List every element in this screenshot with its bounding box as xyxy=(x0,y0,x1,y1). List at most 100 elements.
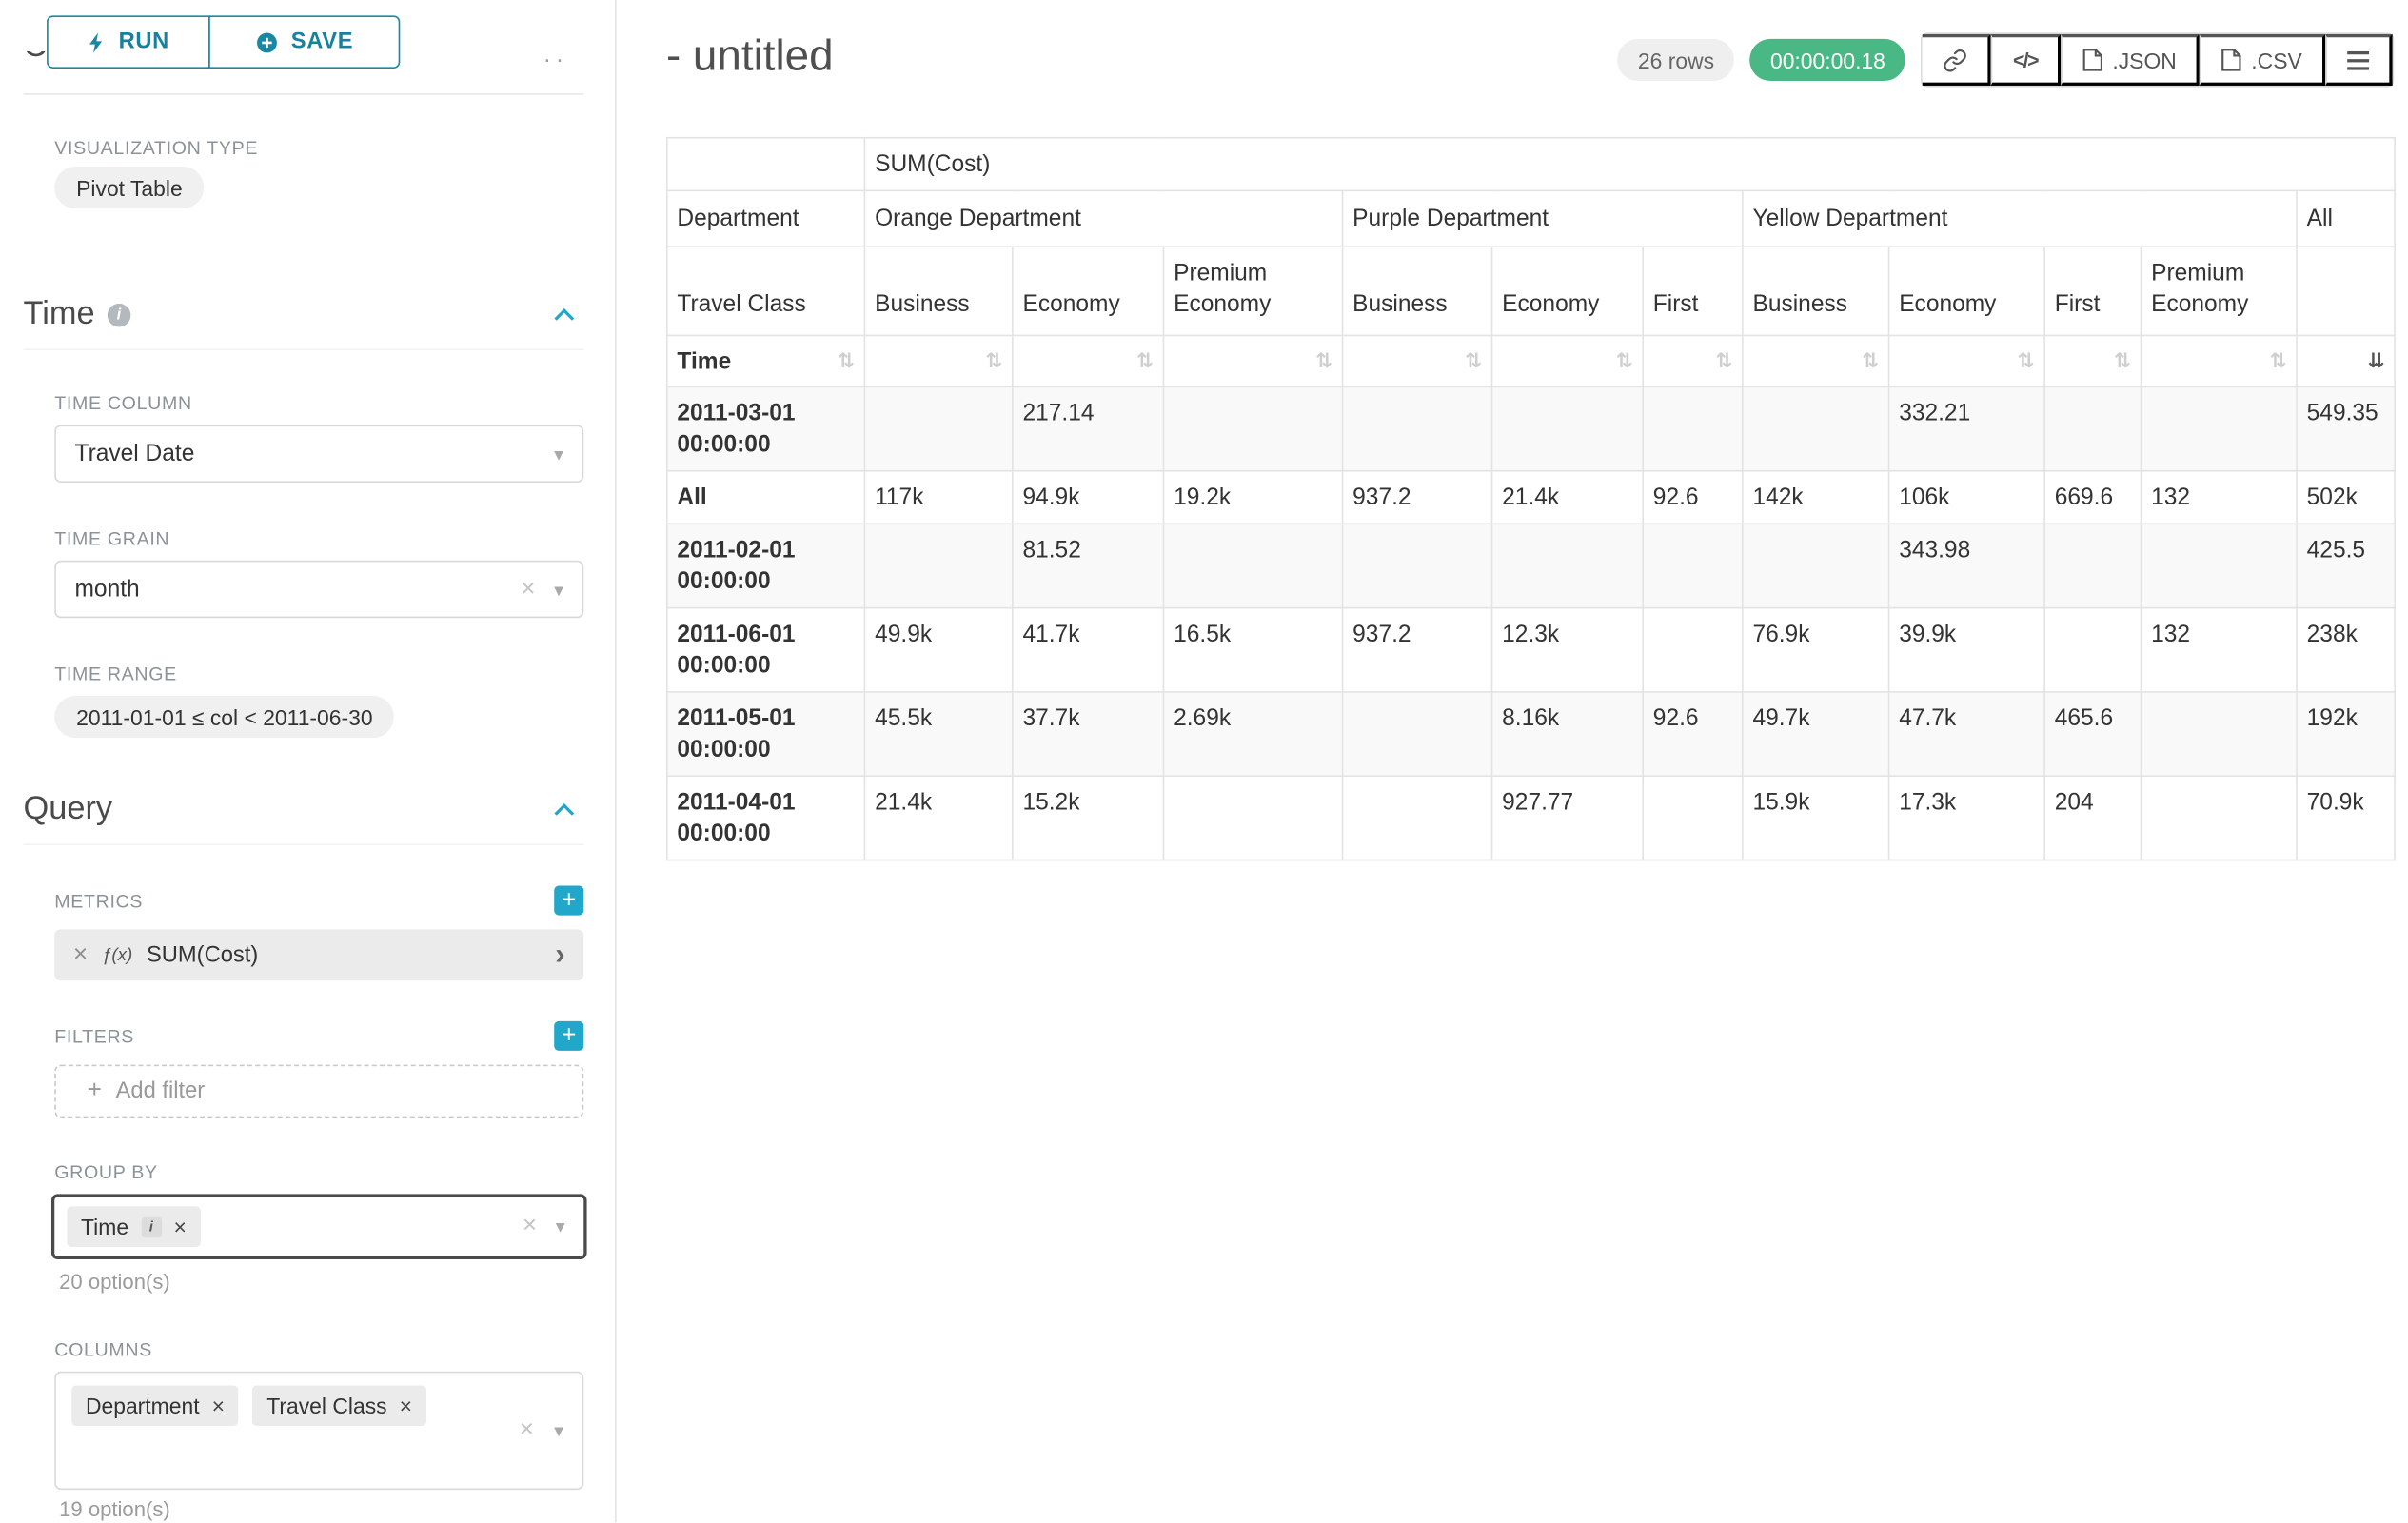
export-json-button[interactable]: .JSON xyxy=(2061,34,2200,86)
value-cell xyxy=(1163,776,1342,860)
chevron-down-icon: ▾ xyxy=(554,579,563,601)
value-cell: 106k xyxy=(1889,471,2045,524)
value-cell: 15.2k xyxy=(1013,776,1164,860)
chevron-down-icon[interactable]: ▾ xyxy=(554,1419,563,1441)
value-cell: 92.6 xyxy=(1643,471,1743,524)
columns-chip[interactable]: Travel Class × xyxy=(252,1386,425,1427)
value-cell xyxy=(1643,776,1743,860)
bolt-icon xyxy=(88,30,107,54)
query-section-header[interactable]: Query xyxy=(24,791,584,845)
sort-icon[interactable]: ⇅ xyxy=(985,350,1002,374)
column-sort-cell[interactable]: ⇅ xyxy=(1492,335,1644,386)
code-icon: </> xyxy=(2013,49,2038,72)
csv-label: .CSV xyxy=(2251,48,2301,72)
columns-select-controls: × ▾ xyxy=(520,1418,563,1443)
file-icon xyxy=(2221,49,2241,72)
divider xyxy=(24,93,584,95)
sort-icon[interactable]: ⇅ xyxy=(1315,350,1332,374)
view-query-button[interactable]: </> xyxy=(1991,34,2061,86)
group-by-chip[interactable]: Time i × xyxy=(67,1206,200,1247)
sort-icon[interactable]: ⇅ xyxy=(2114,350,2131,374)
sort-icon[interactable]: ⇅ xyxy=(1616,350,1633,374)
value-cell xyxy=(2141,776,2297,860)
value-cell: 937.2 xyxy=(1343,608,1492,692)
sort-icon[interactable]: ⇅ xyxy=(1862,350,1879,374)
value-cell: 669.6 xyxy=(2044,471,2141,524)
chevron-up-icon[interactable] xyxy=(554,802,574,822)
value-cell: 465.6 xyxy=(2044,692,2141,776)
value-cell xyxy=(864,386,1012,470)
value-cell: 142k xyxy=(1743,471,1889,524)
time-sort-cell[interactable]: Time ⇅ xyxy=(667,335,865,386)
menu-button[interactable] xyxy=(2325,34,2392,86)
export-csv-button[interactable]: .CSV xyxy=(2200,34,2325,86)
value-cell xyxy=(2141,524,2297,607)
value-cell xyxy=(1492,524,1644,607)
value-cell: 70.9k xyxy=(2297,776,2395,860)
chevron-right-icon[interactable]: › xyxy=(555,940,564,970)
column-sort-cell[interactable]: ⇅ xyxy=(2044,335,2141,386)
clear-icon[interactable]: × xyxy=(523,1215,537,1239)
sort-icon[interactable]: ⇅ xyxy=(1136,350,1154,374)
metric-chip[interactable]: × ƒ(x) SUM(Cost) › xyxy=(54,929,583,980)
value-cell: 117k xyxy=(864,471,1012,524)
all-sort-cell[interactable]: ⇊ xyxy=(2297,335,2395,386)
run-button[interactable]: RUN xyxy=(47,15,210,69)
sort-icon[interactable]: ⇅ xyxy=(2018,350,2035,374)
sort-icon[interactable]: ⇅ xyxy=(1465,350,1482,374)
clear-icon[interactable]: × xyxy=(520,1418,534,1443)
sort-desc-icon[interactable]: ⇊ xyxy=(2368,350,2385,374)
value-cell xyxy=(1643,386,1743,470)
column-sort-cell[interactable]: ⇅ xyxy=(1163,335,1342,386)
visualization-type-label: VISUALIZATION TYPE xyxy=(54,137,258,159)
run-save-group: RUN SAVE xyxy=(47,15,400,69)
clear-icon[interactable]: × xyxy=(521,577,535,602)
value-cell: 343.98 xyxy=(1889,524,2045,607)
run-label: RUN xyxy=(119,30,169,54)
add-filter-dropzone[interactable]: + Add filter xyxy=(54,1065,583,1118)
sort-icon[interactable]: ⇅ xyxy=(838,350,855,374)
remove-metric-icon[interactable]: × xyxy=(73,942,88,967)
column-sort-cell[interactable]: ⇅ xyxy=(1013,335,1164,386)
column-sort-cell[interactable]: ⇅ xyxy=(864,335,1012,386)
function-icon: ƒ(x) xyxy=(102,946,132,965)
add-filter-button[interactable]: + xyxy=(554,1021,583,1051)
remove-chip-icon[interactable]: × xyxy=(212,1394,225,1416)
time-grain-select[interactable]: month × ▾ xyxy=(54,561,583,619)
table-row: 2011-06-01 00:00:0049.9k41.7k16.5k937.21… xyxy=(667,608,2395,692)
value-cell xyxy=(1163,386,1342,470)
department-group-header: Yellow Department xyxy=(1743,190,2297,247)
value-cell xyxy=(2044,386,2141,470)
value-cell xyxy=(2141,386,2297,470)
column-sort-cell[interactable]: ⇅ xyxy=(1889,335,2045,386)
add-metric-button[interactable]: + xyxy=(554,886,583,916)
group-by-select[interactable]: Time i × × ▾ xyxy=(51,1194,587,1259)
column-sort-cell[interactable]: ⇅ xyxy=(1643,335,1743,386)
all-column-header: All xyxy=(2297,190,2395,247)
column-sort-cell[interactable]: ⇅ xyxy=(1743,335,1889,386)
time-range-label: TIME RANGE xyxy=(54,663,177,685)
value-cell xyxy=(864,524,1012,607)
table-row: 2011-04-01 00:00:0021.4k15.2k927.7715.9k… xyxy=(667,776,2395,860)
chevron-down-icon[interactable]: ▾ xyxy=(556,1216,565,1237)
value-cell: 16.5k xyxy=(1163,608,1342,692)
columns-chip[interactable]: Department × xyxy=(71,1386,239,1427)
columns-select[interactable]: Department × Travel Class × × ▾ xyxy=(54,1372,583,1490)
travel-class-header-empty xyxy=(2297,247,2395,335)
sort-icon[interactable]: ⇅ xyxy=(1715,350,1732,374)
copy-link-button[interactable] xyxy=(1923,34,1991,86)
time-section-header[interactable]: Time i xyxy=(24,296,584,350)
sort-icon[interactable]: ⇅ xyxy=(2270,350,2287,374)
column-sort-cell[interactable]: ⇅ xyxy=(1343,335,1492,386)
save-button[interactable]: SAVE xyxy=(208,15,400,69)
remove-chip-icon[interactable]: × xyxy=(400,1394,412,1416)
time-column-select[interactable]: Travel Date ▾ xyxy=(54,425,583,483)
value-cell xyxy=(1343,386,1492,470)
chevron-up-icon[interactable] xyxy=(554,307,574,327)
time-range-pill[interactable]: 2011-01-01 ≤ col < 2011-06-30 xyxy=(54,696,394,738)
table-row: 2011-05-01 00:00:0045.5k37.7k2.69k8.16k9… xyxy=(667,692,2395,776)
value-cell: 17.3k xyxy=(1889,776,2045,860)
viz-type-pill[interactable]: Pivot Table xyxy=(54,167,204,208)
column-sort-cell[interactable]: ⇅ xyxy=(2141,335,2297,386)
remove-chip-icon[interactable]: × xyxy=(174,1216,187,1237)
